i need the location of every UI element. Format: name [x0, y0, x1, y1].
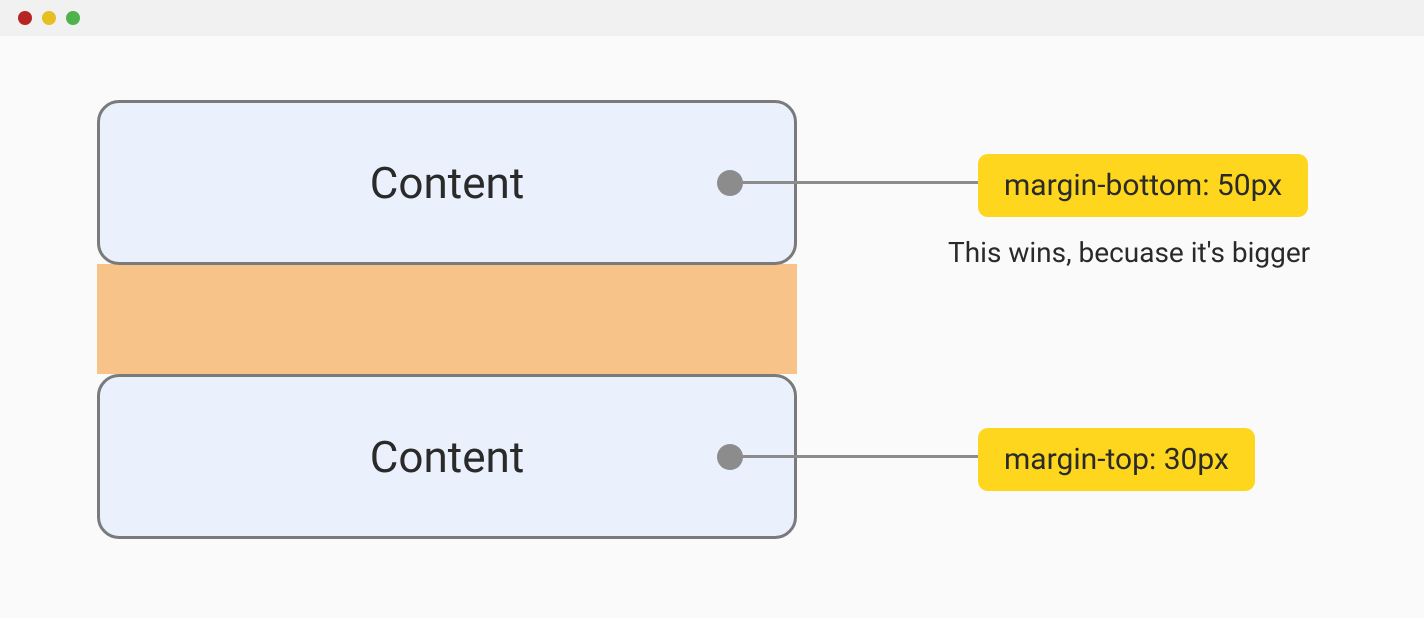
content-box-bottom-label: Content	[370, 431, 524, 483]
connector-line-bottom	[740, 455, 980, 458]
margin-bottom-label: margin-bottom: 50px	[1004, 168, 1282, 203]
window-chrome	[0, 0, 1424, 36]
close-icon[interactable]	[18, 11, 32, 25]
connector-line-top	[740, 181, 980, 184]
margin-top-badge: margin-top: 30px	[978, 428, 1255, 491]
caption-text: This wins, becuase it's bigger	[948, 236, 1310, 269]
margin-highlight	[97, 264, 797, 374]
content-box-top: Content	[97, 100, 797, 265]
content-box-top-label: Content	[370, 157, 524, 209]
margin-top-label: margin-top: 30px	[1004, 442, 1229, 477]
diagram-canvas: Content Content margin-bottom: 50px This…	[0, 36, 1424, 618]
maximize-icon[interactable]	[66, 11, 80, 25]
minimize-icon[interactable]	[42, 11, 56, 25]
margin-bottom-badge: margin-bottom: 50px	[978, 154, 1308, 217]
content-box-bottom: Content	[97, 374, 797, 539]
